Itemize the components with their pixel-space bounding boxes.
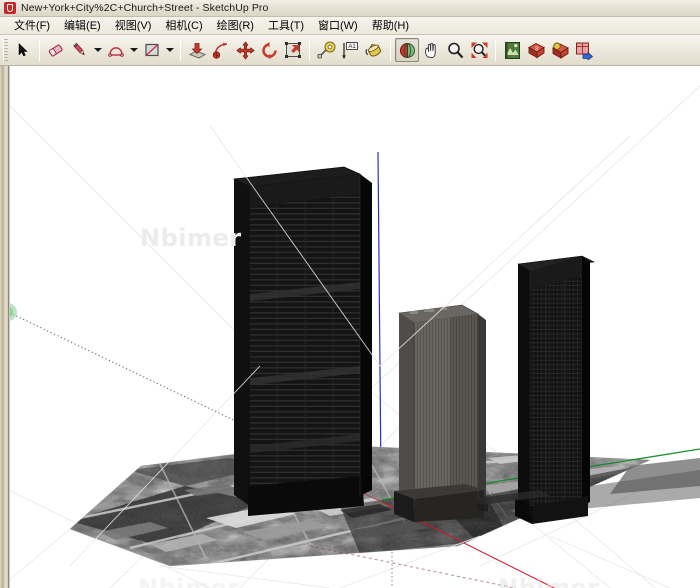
arc-icon[interactable] xyxy=(104,38,128,62)
menu-view[interactable]: 视图(V) xyxy=(108,16,159,35)
toolbar-separator xyxy=(39,39,40,61)
dimension-icon[interactable]: A1 xyxy=(338,38,362,62)
toolbar-separator xyxy=(180,39,181,61)
toolbar-separator xyxy=(309,39,310,61)
sketchup-icon xyxy=(4,2,16,14)
menu-bar: 文件(F) 编辑(E) 视图(V) 相机(C) 绘图(R) 工具(T) 窗口(W… xyxy=(0,17,700,35)
followme-icon[interactable] xyxy=(209,38,233,62)
window-title: New+York+City%2C+Church+Street - SketchU… xyxy=(21,2,269,14)
pencil-icon[interactable] xyxy=(68,38,92,62)
3d-warehouse-icon[interactable]: 3 xyxy=(524,38,548,62)
model-viewport[interactable]: Nbimer Nbimer Nbimer xyxy=(10,66,700,588)
paint-bucket-icon[interactable] xyxy=(362,38,386,62)
position-camera-icon[interactable] xyxy=(500,38,524,62)
toolbar-grip[interactable] xyxy=(3,39,8,61)
3d-model-canvas[interactable] xyxy=(10,66,700,588)
tower-right-black[interactable] xyxy=(515,255,595,524)
svg-text:A1: A1 xyxy=(348,44,356,50)
tower-center-gray[interactable] xyxy=(394,304,486,522)
svg-text:3: 3 xyxy=(534,46,537,52)
toolbar-separator xyxy=(390,39,391,61)
arc-dropdown-chevron-down-icon[interactable] xyxy=(128,38,140,62)
orbit-icon[interactable] xyxy=(395,38,419,62)
pencil-dropdown-chevron-down-icon[interactable] xyxy=(92,38,104,62)
zoom-magnifier-icon[interactable] xyxy=(443,38,467,62)
menu-window[interactable]: 窗口(W) xyxy=(311,16,365,35)
menu-camera[interactable]: 相机(C) xyxy=(158,16,209,35)
toolbar-separator xyxy=(495,39,496,61)
main-toolbar: A1 3 xyxy=(0,35,700,66)
menu-help[interactable]: 帮助(H) xyxy=(365,16,416,35)
scale-icon[interactable] xyxy=(281,38,305,62)
viewport-frame: Nbimer Nbimer Nbimer xyxy=(0,66,700,588)
photo-match-icon[interactable] xyxy=(548,38,572,62)
tower-left-black[interactable] xyxy=(232,166,372,516)
zoom-extents-icon[interactable] xyxy=(467,38,491,62)
menu-edit[interactable]: 编辑(E) xyxy=(57,16,108,35)
title-bar: New+York+City%2C+Church+Street - SketchU… xyxy=(0,0,700,17)
tape-measure-icon[interactable] xyxy=(314,38,338,62)
pan-hand-icon[interactable] xyxy=(419,38,443,62)
rectangle-dropdown-chevron-down-icon[interactable] xyxy=(164,38,176,62)
eraser-icon[interactable] xyxy=(44,38,68,62)
rotate-icon[interactable] xyxy=(257,38,281,62)
select-arrow-icon[interactable] xyxy=(11,38,35,62)
move-icon[interactable] xyxy=(233,38,257,62)
sketchup-application-window: New+York+City%2C+Church+Street - SketchU… xyxy=(0,0,700,588)
export-model-icon[interactable] xyxy=(572,38,596,62)
viewport-left-gutter xyxy=(0,66,9,588)
menu-tools[interactable]: 工具(T) xyxy=(261,16,311,35)
pushpull-icon[interactable] xyxy=(185,38,209,62)
menu-file[interactable]: 文件(F) xyxy=(7,16,57,35)
rectangle-icon[interactable] xyxy=(140,38,164,62)
menu-draw[interactable]: 绘图(R) xyxy=(210,16,261,35)
